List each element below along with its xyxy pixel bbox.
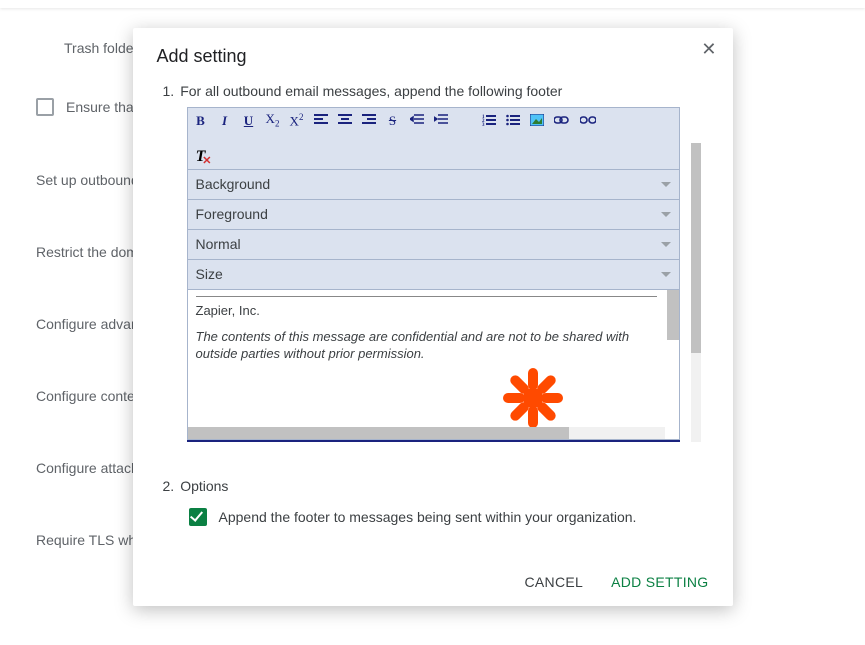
background-color-select[interactable]: Background	[187, 170, 680, 200]
unordered-list-icon[interactable]	[506, 114, 520, 126]
dialog-actions: CANCEL ADD SETTING	[157, 574, 709, 590]
underline-icon[interactable]: U	[242, 114, 256, 127]
dropdown-label: Normal	[196, 236, 241, 252]
dropdown-label: Size	[196, 266, 223, 282]
modal-overlay: ✕ Add setting 1. For all outbound email …	[0, 0, 865, 645]
foreground-color-select[interactable]: Foreground	[187, 200, 680, 230]
font-size-select[interactable]: Size	[187, 260, 680, 290]
strikethrough-icon[interactable]: S	[386, 114, 400, 127]
align-right-icon[interactable]	[362, 114, 376, 126]
font-style-select[interactable]: Normal	[187, 230, 680, 260]
step-number: 2.	[163, 478, 175, 494]
dialog-title: Add setting	[157, 46, 709, 67]
step-2: 2. Options	[163, 478, 709, 494]
chevron-down-icon	[661, 242, 671, 247]
dropdown-label: Background	[196, 176, 271, 192]
append-within-org-checkbox[interactable]	[189, 508, 207, 526]
unlink-icon[interactable]	[580, 115, 596, 125]
indent-increase-icon[interactable]	[410, 114, 424, 126]
checkbox-label: Append the footer to messages being sent…	[219, 509, 637, 525]
superscript-icon[interactable]: X2	[290, 113, 304, 127]
step-text: For all outbound email messages, append …	[180, 83, 562, 99]
editor-content[interactable]: Zapier, Inc. The contents of this messag…	[187, 290, 680, 440]
chevron-down-icon	[661, 212, 671, 217]
align-left-icon[interactable]	[314, 114, 328, 126]
cancel-button[interactable]: CANCEL	[524, 574, 583, 590]
svg-text:3: 3	[482, 123, 485, 126]
company-name: Zapier, Inc.	[196, 303, 657, 318]
step-1: 1. For all outbound email messages, appe…	[163, 83, 709, 99]
bold-icon[interactable]: B	[194, 114, 208, 127]
chevron-down-icon	[661, 272, 671, 277]
add-setting-dialog: ✕ Add setting 1. For all outbound email …	[133, 28, 733, 606]
align-center-icon[interactable]	[338, 114, 352, 126]
link-icon[interactable]	[554, 115, 570, 125]
ordered-list-icon[interactable]: 123	[482, 114, 496, 126]
editor-outer-scrollbar[interactable]	[691, 107, 701, 442]
confidential-notice: The contents of this message are confide…	[196, 328, 657, 363]
indent-decrease-icon[interactable]	[434, 114, 448, 126]
subscript-icon[interactable]: X2	[266, 112, 280, 129]
dropdown-label: Foreground	[196, 206, 268, 222]
step-number: 1.	[163, 83, 175, 99]
chevron-down-icon	[661, 182, 671, 187]
divider	[196, 296, 657, 297]
editor-toolbar: B I U X2 X2 S 123 T✕	[187, 107, 680, 170]
content-vertical-scrollbar[interactable]	[667, 290, 679, 340]
clear-format-icon[interactable]: T✕	[194, 149, 208, 165]
zapier-logo-icon	[501, 366, 565, 427]
editor-focus-line	[187, 440, 680, 442]
italic-icon[interactable]: I	[218, 114, 232, 127]
content-horizontal-scrollbar[interactable]	[188, 427, 665, 439]
image-icon[interactable]	[530, 114, 544, 126]
rich-text-editor: B I U X2 X2 S 123 T✕	[187, 107, 707, 442]
step-text: Options	[180, 478, 228, 494]
add-setting-button[interactable]: ADD SETTING	[611, 574, 708, 590]
close-icon[interactable]: ✕	[701, 40, 716, 58]
